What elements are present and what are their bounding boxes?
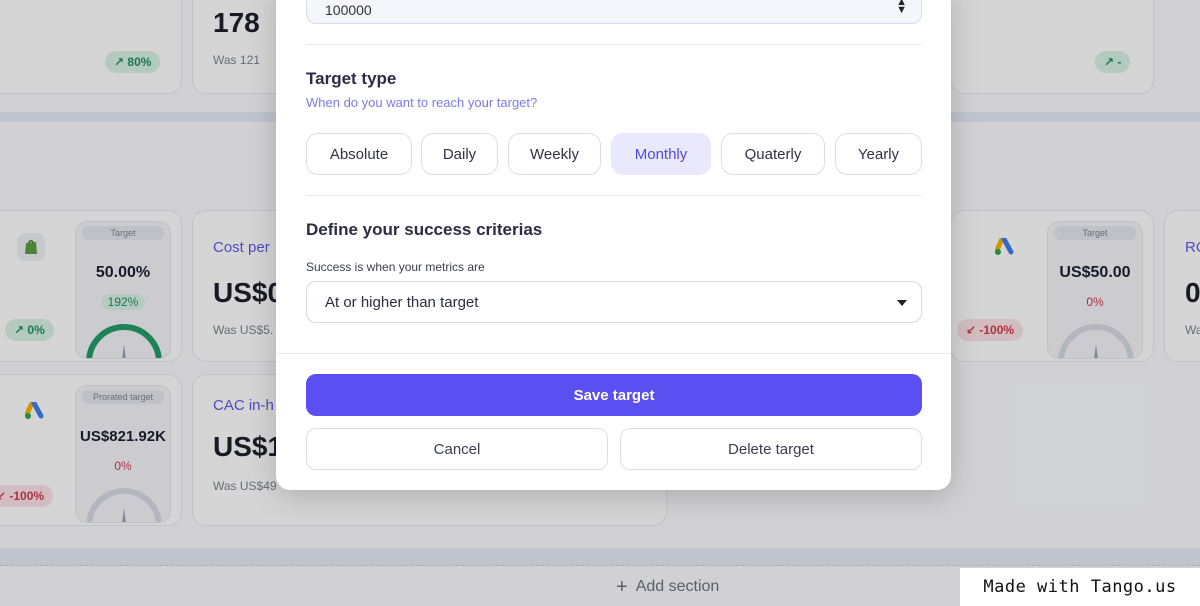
target-modal: 100000 ▲ ▼ Target type When do you want t… (276, 0, 951, 490)
delete-target-button[interactable]: Delete target (620, 428, 922, 470)
target-type-daily[interactable]: Daily (421, 133, 498, 175)
tango-watermark: Made with Tango.us (960, 568, 1200, 606)
save-target-button[interactable]: Save target (306, 374, 922, 416)
divider (306, 195, 922, 196)
target-type-monthly[interactable]: Monthly (611, 133, 711, 175)
target-type-absolute[interactable]: Absolute (306, 133, 412, 175)
cancel-button[interactable]: Cancel (306, 428, 608, 470)
caret-down-icon (897, 300, 907, 306)
footer-divider (276, 353, 951, 354)
target-value-text: 100000 (325, 2, 372, 18)
target-value-input[interactable]: 100000 ▲ ▼ (306, 0, 922, 24)
success-criteria-value: At or higher than target (325, 294, 479, 311)
divider (306, 44, 922, 45)
stepper-arrows-icon[interactable]: ▲ ▼ (896, 0, 907, 16)
criteria-title: Define your success criterias (306, 220, 543, 239)
target-type-title: Target type (306, 69, 397, 88)
target-type-yearly[interactable]: Yearly (835, 133, 922, 175)
criteria-label: Success is when your metrics are (306, 260, 485, 274)
target-type-subtitle: When do you want to reach your target? (306, 95, 538, 110)
target-type-weekly[interactable]: Weekly (508, 133, 601, 175)
target-type-quarterly[interactable]: Quaterly (721, 133, 825, 175)
success-criteria-select[interactable]: At or higher than target (306, 281, 922, 323)
